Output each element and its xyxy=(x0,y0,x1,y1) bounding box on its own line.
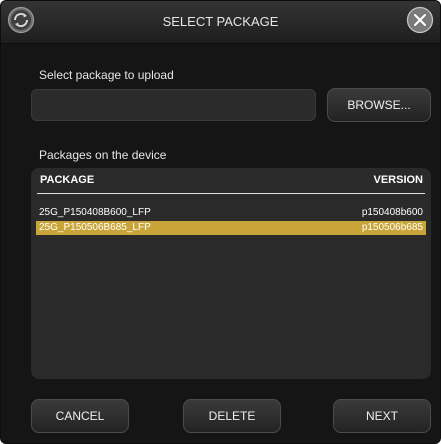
cancel-button[interactable]: CANCEL xyxy=(31,399,129,433)
packages-label: Packages on the device xyxy=(39,148,167,162)
package-version: p150408b600 xyxy=(361,207,423,218)
upload-path-field[interactable] xyxy=(31,89,316,121)
package-list: PACKAGE VERSION 25G_P150408B600_LFP p150… xyxy=(31,168,431,379)
package-name: 25G_P150506B685_LFP xyxy=(39,222,151,233)
close-icon[interactable] xyxy=(406,6,434,34)
package-version: p150506b685 xyxy=(361,222,423,233)
browse-button[interactable]: BROWSE... xyxy=(327,88,431,122)
column-version: VERSION xyxy=(373,174,423,186)
upload-label: Select package to upload xyxy=(39,68,174,82)
column-package: PACKAGE xyxy=(40,174,95,186)
select-package-dialog: SELECT PACKAGE Select package to upload … xyxy=(0,0,441,444)
package-row[interactable]: 25G_P150408B600_LFP p150408b600 xyxy=(36,206,426,220)
delete-button[interactable]: DELETE xyxy=(183,399,281,433)
next-button[interactable]: NEXT xyxy=(333,399,431,433)
title-bar: SELECT PACKAGE xyxy=(1,1,440,44)
dialog-title: SELECT PACKAGE xyxy=(162,14,279,29)
package-row-selected[interactable]: 25G_P150506B685_LFP p150506b685 xyxy=(36,221,426,235)
list-header: PACKAGE VERSION xyxy=(37,168,425,194)
package-name: 25G_P150408B600_LFP xyxy=(39,207,151,218)
